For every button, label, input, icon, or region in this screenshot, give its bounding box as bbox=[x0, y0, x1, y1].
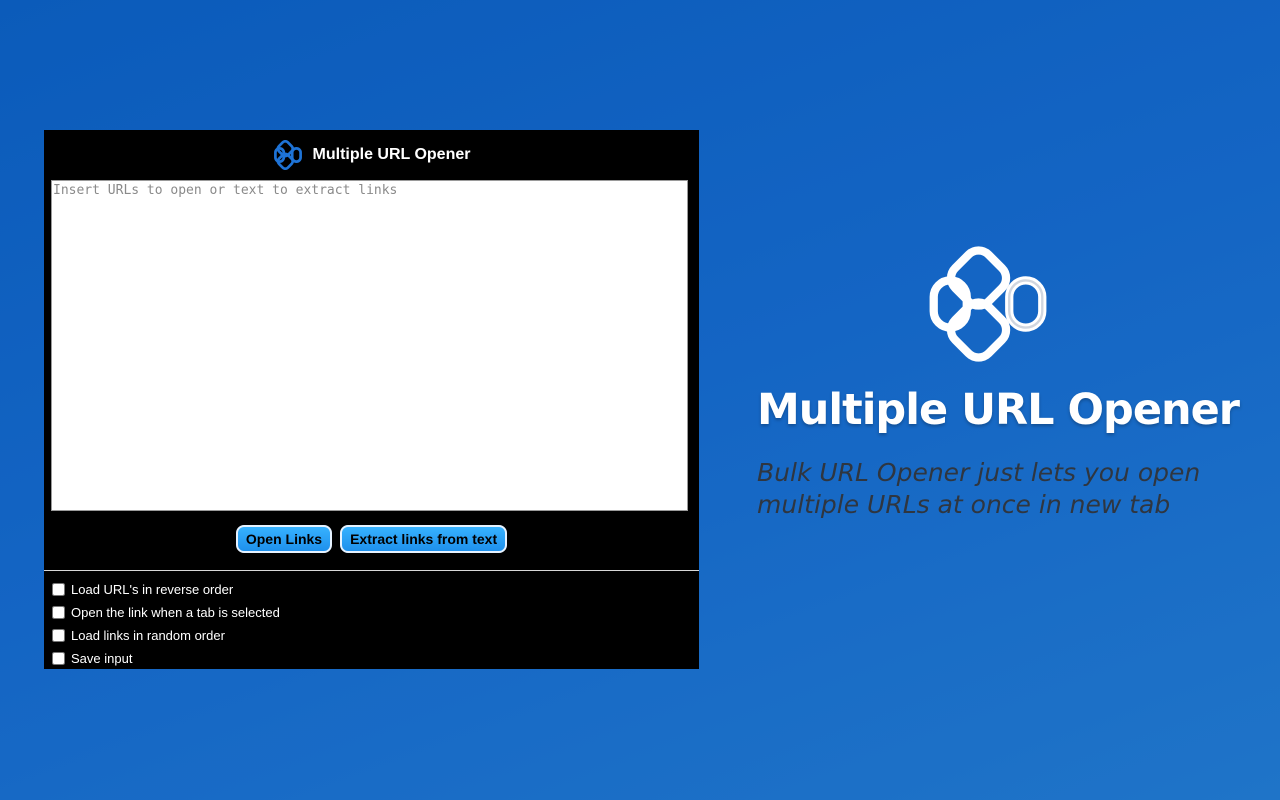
option-open-on-select[interactable]: Open the link when a tab is selected bbox=[51, 601, 280, 624]
popup-title: Multiple URL Opener bbox=[312, 146, 471, 163]
options-list: Load URL's in reverse order Open the lin… bbox=[51, 578, 280, 670]
option-label: Load URL's in reverse order bbox=[71, 582, 234, 597]
option-label: Save input bbox=[71, 651, 133, 666]
url-input[interactable] bbox=[51, 180, 688, 511]
open-links-button[interactable]: Open Links bbox=[235, 525, 333, 553]
reverse-order-checkbox[interactable] bbox=[52, 583, 65, 596]
divider bbox=[44, 570, 699, 571]
chain-link-icon bbox=[929, 246, 1047, 362]
chain-link-icon bbox=[273, 140, 302, 170]
option-save-input[interactable]: Save input bbox=[51, 647, 280, 670]
option-label: Load links in random order bbox=[71, 628, 225, 643]
save-input-checkbox[interactable] bbox=[52, 652, 65, 665]
random-order-checkbox[interactable] bbox=[52, 629, 65, 642]
option-reverse-order[interactable]: Load URL's in reverse order bbox=[51, 578, 280, 601]
extract-links-button[interactable]: Extract links from text bbox=[340, 525, 508, 553]
option-random-order[interactable]: Load links in random order bbox=[51, 624, 280, 647]
promo-subtitle: Bulk URL Opener just lets you open multi… bbox=[757, 458, 1201, 519]
extension-popup: Multiple URL Opener Open Links Extract l… bbox=[44, 130, 699, 669]
popup-header: Multiple URL Opener bbox=[44, 130, 699, 180]
action-buttons: Open Links Extract links from text bbox=[44, 525, 699, 553]
promo-title: Multiple URL Opener bbox=[757, 385, 1240, 435]
option-label: Open the link when a tab is selected bbox=[71, 605, 280, 620]
promo-panel: Multiple URL Opener Bulk URL Opener just… bbox=[757, 245, 1257, 521]
open-on-select-checkbox[interactable] bbox=[52, 606, 65, 619]
